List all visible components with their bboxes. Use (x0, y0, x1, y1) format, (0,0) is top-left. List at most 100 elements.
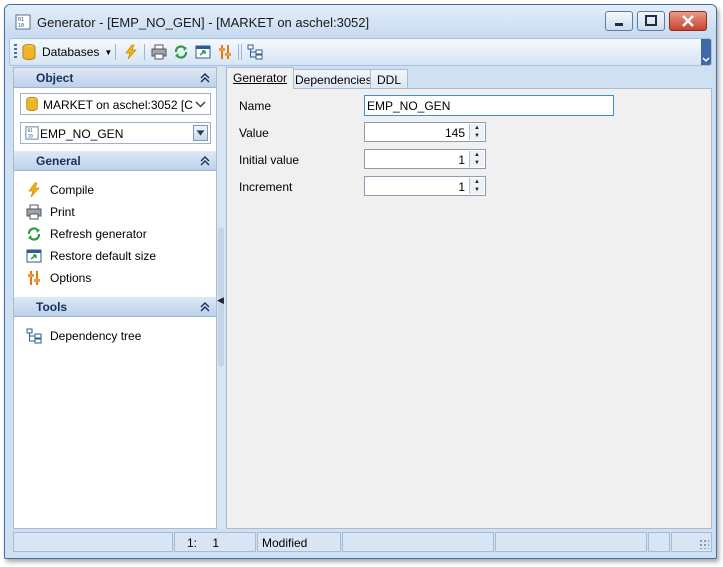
status-cell-empty (648, 532, 670, 552)
tab-generator[interactable]: Generator (226, 67, 295, 89)
chevron-down-icon (702, 57, 710, 63)
svg-text:10: 10 (18, 23, 24, 29)
compile-label: Compile (50, 183, 95, 197)
dependency-tree-toolbar-button[interactable] (247, 42, 263, 62)
toolbar-separator (115, 44, 116, 60)
increment-stepper[interactable]: 1 ▲ ▼ (364, 176, 486, 196)
chevron-down-icon[interactable] (193, 96, 208, 112)
value-stepper[interactable]: 145 ▲ ▼ (364, 122, 486, 142)
collapse-section-icon[interactable] (200, 155, 210, 167)
editor-tabs: Generator Dependencies DDL (226, 67, 712, 89)
print-toolbar-button[interactable] (151, 42, 167, 62)
collapse-section-icon[interactable] (200, 301, 210, 313)
dependency-tree-link[interactable]: Dependency tree (26, 327, 141, 345)
status-cell-empty (342, 532, 494, 552)
compile-toolbar-button[interactable] (123, 42, 139, 62)
status-cell-empty (495, 532, 647, 552)
object-section-title: Object (36, 71, 74, 85)
minimize-button[interactable] (605, 11, 633, 31)
refresh-generator-link[interactable]: Refresh generator (26, 225, 147, 243)
stepper-down-icon[interactable]: ▼ (470, 159, 484, 167)
databases-label: Databases (42, 45, 100, 59)
object-section-header[interactable]: Object (14, 68, 216, 88)
toolbar-separator (241, 44, 242, 60)
dependency-tree-icon (26, 328, 42, 344)
options-toolbar-button[interactable] (217, 42, 233, 62)
close-icon (682, 15, 694, 27)
tab-ddl-label: DDL (377, 73, 402, 87)
generator-icon: 01 10 (25, 126, 39, 140)
restore-default-size-link[interactable]: Restore default size (26, 247, 156, 265)
window-title: Generator - [EMP_NO_GEN] - [MARKET on as… (37, 15, 370, 30)
generator-window: 01 10 Generator - [EMP_NO_GEN] - [MARKET… (4, 4, 717, 559)
refresh-generator-label: Refresh generator (50, 227, 147, 241)
status-cell-empty (671, 532, 712, 552)
collapse-section-icon[interactable] (200, 72, 210, 84)
initial-value-stepper[interactable]: 1 ▲ ▼ (364, 149, 486, 169)
stepper-up-icon[interactable]: ▲ (470, 151, 484, 159)
tab-dependencies-label: Dependencies (295, 73, 372, 87)
initial-value-stepper-buttons[interactable]: ▲ ▼ (469, 151, 484, 167)
status-bar: 1: 1 Modified (13, 532, 712, 552)
close-button[interactable] (669, 11, 707, 31)
collapse-left-icon[interactable]: ◀ (217, 295, 224, 306)
restore-default-size-label: Restore default size (50, 249, 157, 263)
tab-ddl[interactable]: DDL (370, 69, 409, 89)
initial-value-stepper-value: 1 (458, 153, 465, 167)
increment-stepper-value: 1 (458, 180, 465, 194)
restore-size-toolbar-button[interactable] (195, 42, 211, 62)
restore-size-icon (195, 45, 211, 59)
panel-splitter[interactable]: ◀ (217, 67, 225, 529)
minimize-icon (615, 23, 623, 26)
lightning-icon (28, 182, 40, 198)
maximize-button[interactable] (637, 11, 665, 31)
dependency-tree-icon (247, 44, 263, 60)
name-input[interactable]: EMP_NO_GEN (364, 95, 614, 116)
generator-select-value: EMP_NO_GEN (40, 127, 124, 141)
database-icon (26, 97, 38, 111)
options-icon (219, 45, 231, 59)
general-section-title: General (36, 154, 81, 168)
navigation-panel: Object MARKET on aschel:3052 [C:\Pro 01 … (13, 67, 217, 529)
svg-text:10: 10 (28, 133, 34, 139)
value-stepper-buttons[interactable]: ▲ ▼ (469, 124, 484, 140)
increment-label: Increment (239, 180, 293, 194)
general-section-header[interactable]: General (14, 151, 216, 171)
tools-section-title: Tools (36, 300, 68, 314)
options-link[interactable]: Options (26, 269, 91, 287)
stepper-down-icon[interactable]: ▼ (470, 132, 484, 140)
print-link[interactable]: Print (26, 203, 75, 221)
toolbar-grip-icon[interactable] (14, 44, 17, 60)
editor-panel: Generator Dependencies DDL Name EMP_NO_G… (226, 67, 712, 529)
database-select[interactable]: MARKET on aschel:3052 [C:\Pro (20, 93, 211, 115)
tab-dependencies[interactable]: Dependencies (288, 69, 379, 89)
resize-grip-icon[interactable] (699, 539, 709, 549)
cursor-line: 1: (187, 536, 198, 550)
value-label: Value (239, 126, 269, 140)
print-label: Print (50, 205, 75, 219)
cursor-column: 1 (212, 536, 220, 550)
refresh-toolbar-button[interactable] (173, 42, 189, 62)
name-label: Name (239, 99, 272, 113)
lightning-icon (125, 44, 137, 60)
printer-icon (26, 204, 42, 220)
name-input-value: EMP_NO_GEN (367, 99, 451, 113)
compile-link[interactable]: Compile (26, 181, 94, 199)
toolbar-separator (238, 44, 239, 60)
increment-stepper-buttons[interactable]: ▲ ▼ (469, 178, 484, 194)
tab-generator-label: Generator (233, 71, 288, 85)
databases-menu-button[interactable]: Databases ▼ (22, 42, 112, 62)
refresh-icon (174, 45, 188, 59)
stepper-up-icon[interactable]: ▲ (470, 124, 484, 132)
toolbar-overflow-button[interactable] (701, 39, 711, 65)
maximize-icon (645, 15, 657, 26)
stepper-up-icon[interactable]: ▲ (470, 178, 484, 186)
value-stepper-value: 145 (444, 126, 465, 140)
stepper-down-icon[interactable]: ▼ (470, 186, 484, 194)
toolbar-separator (144, 44, 145, 60)
generator-select[interactable]: 01 10 EMP_NO_GEN (20, 122, 211, 144)
chevron-down-icon[interactable] (193, 125, 208, 141)
refresh-icon (27, 227, 41, 241)
initial-value-label: Initial value (239, 153, 300, 167)
tools-section-header[interactable]: Tools (14, 297, 216, 317)
